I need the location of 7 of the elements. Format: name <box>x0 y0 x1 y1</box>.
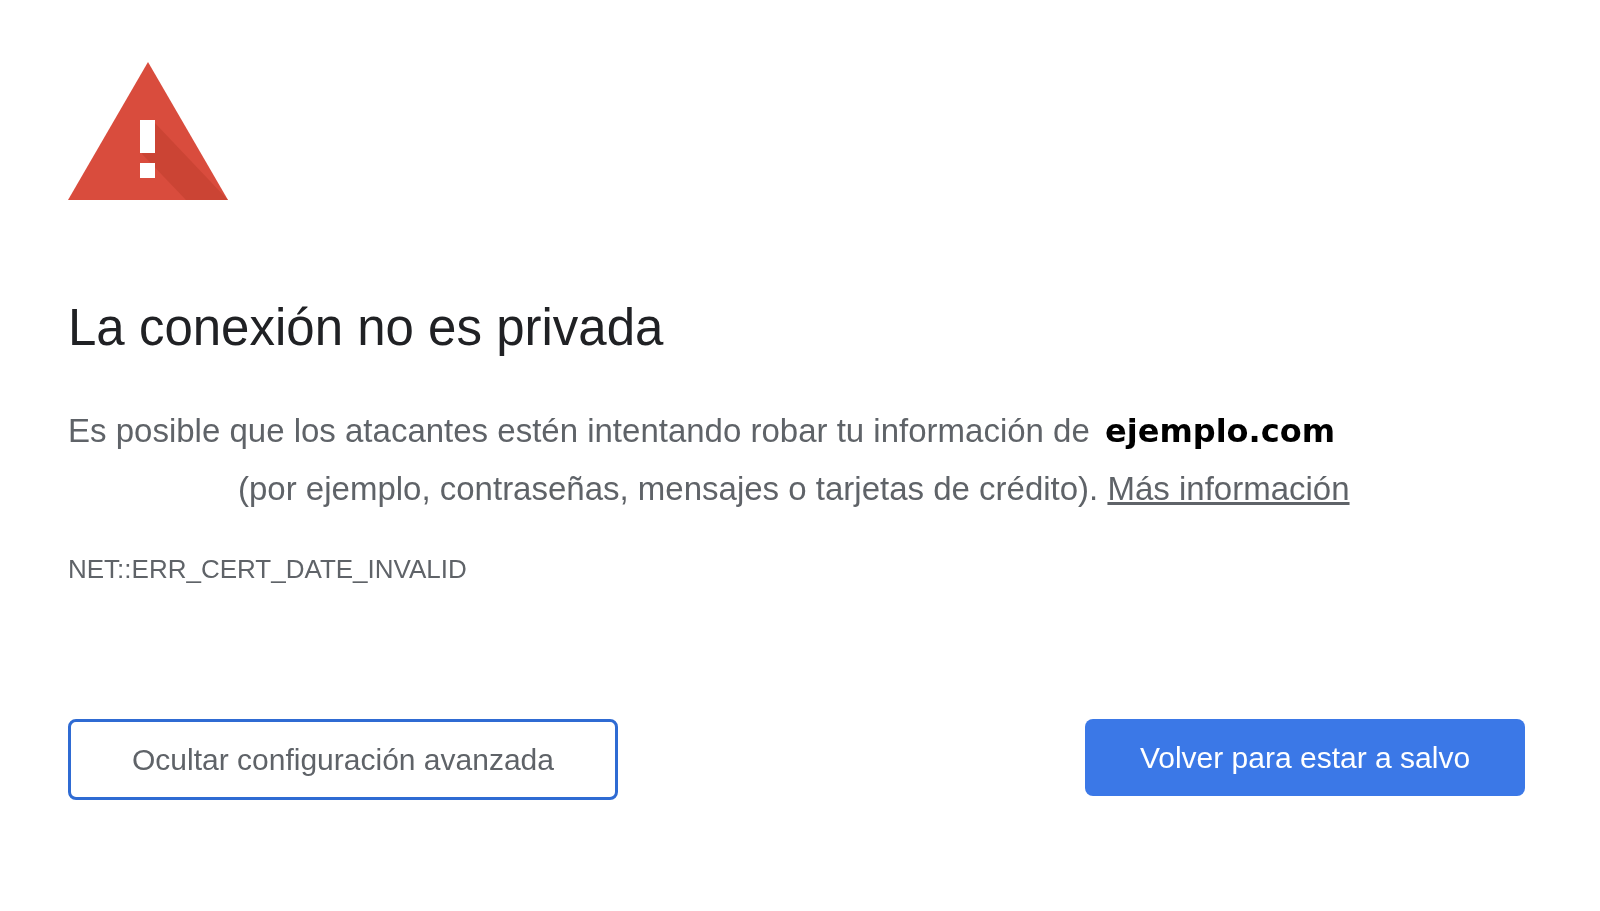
advanced-settings-button[interactable]: Ocultar configuración avanzada <box>68 719 618 800</box>
warning-text: Es posible que los atacantes estén intentando robar tu información de ejemplo.com (por ejemplo, contraseñas, mensajes o tarjetas de crédito). Más información <box>68 411 1351 509</box>
error-code: NET::ERR_CERT_DATE_INVALID <box>68 554 468 585</box>
back-to-safety-button[interactable]: Volver para estar a salvo <box>1085 719 1525 796</box>
page-heading: La conexión no es privada <box>68 298 665 358</box>
more-info-link[interactable]: Más información <box>1107 470 1350 507</box>
warning-icon <box>68 62 228 202</box>
